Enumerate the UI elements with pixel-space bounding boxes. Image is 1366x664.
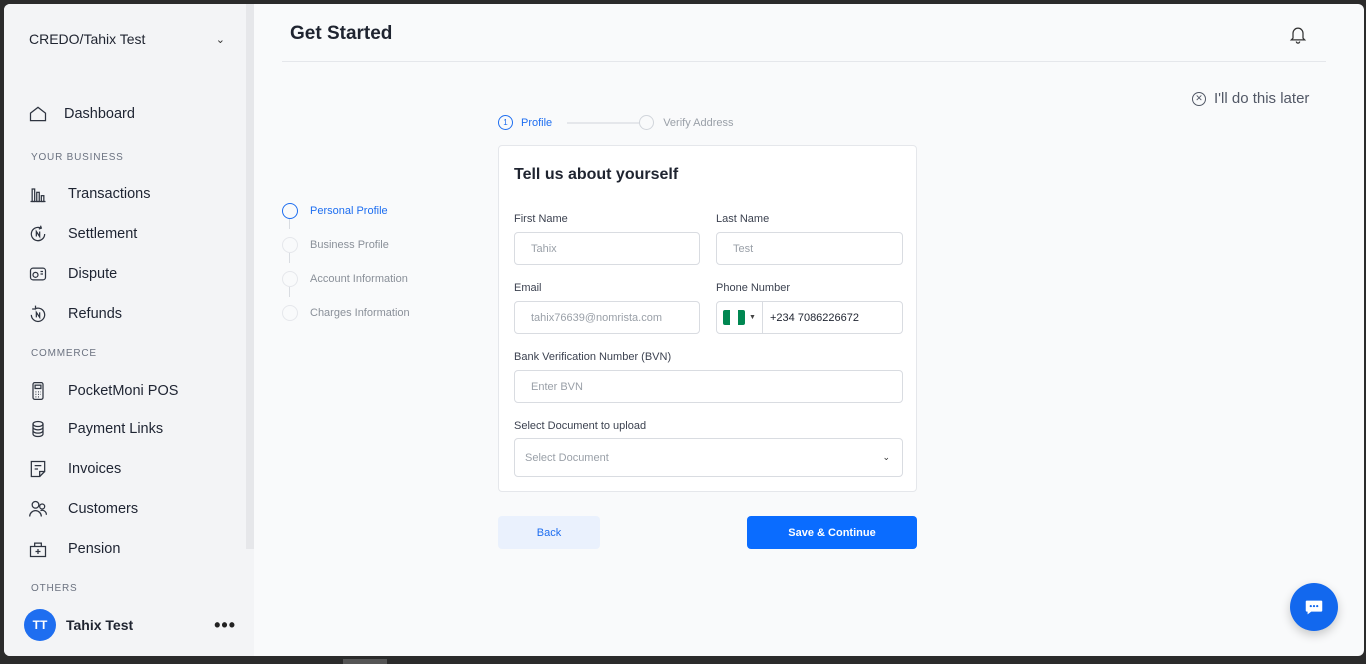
taskbar-strip — [0, 656, 1366, 664]
pos-terminal-icon — [32, 382, 44, 400]
pension-icon — [29, 542, 47, 558]
user-menu[interactable]: TT Tahix Test ••• — [24, 609, 236, 641]
skip-for-later-button[interactable]: ✕ I'll do this later — [1192, 90, 1309, 107]
sidebar-item-payment-links[interactable]: Payment Links — [28, 417, 163, 441]
page-title: Get Started — [290, 23, 393, 44]
form-title: Tell us about yourself — [514, 166, 679, 183]
bar-chart-icon — [30, 188, 46, 203]
chevron-down-icon: ⌄ — [215, 33, 225, 46]
user-name: Tahix Test — [66, 617, 134, 633]
progress-indicator — [282, 237, 298, 253]
progress-indicator — [282, 305, 298, 321]
bell-icon[interactable] — [1288, 24, 1308, 44]
country-code-selector[interactable]: ▼ — [717, 302, 763, 333]
sidebar-item-label: Pension — [68, 541, 121, 557]
first-name-label: First Name — [514, 213, 568, 225]
sidebar-item-settlement[interactable]: Settlement — [28, 222, 137, 246]
step-connector — [567, 121, 640, 124]
progress-label: Business Profile — [310, 239, 389, 251]
close-circle-icon: ✕ — [1192, 91, 1206, 106]
back-button[interactable]: Back — [498, 516, 600, 549]
progress-charges-information[interactable]: Charges Information — [282, 296, 410, 330]
skip-label: I'll do this later — [1214, 90, 1310, 107]
document-select[interactable]: Select Document ⌄ — [514, 438, 903, 477]
settlement-icon — [30, 225, 46, 242]
document-select-value: Select Document — [525, 451, 609, 464]
email-field[interactable]: tahix76639@nomrista.com — [514, 301, 700, 334]
sidebar-item-pocketmoni-pos[interactable]: PocketMoni POS — [28, 379, 178, 403]
section-your-business: YOUR BUSINESS — [31, 152, 124, 163]
step-verify-indicator — [639, 115, 655, 130]
last-name-field[interactable]: Test — [716, 232, 903, 265]
more-options-icon[interactable]: ••• — [214, 615, 236, 636]
caret-down-icon: ▼ — [749, 314, 756, 321]
sidebar-item-label: Refunds — [68, 306, 123, 322]
users-icon — [29, 500, 47, 517]
bvn-label: Bank Verification Number (BVN) — [514, 351, 672, 363]
bvn-input[interactable]: Enter BVN — [514, 370, 903, 403]
sidebar-scrollbar[interactable] — [246, 4, 254, 549]
profile-form-card: Tell us about yourself First Name Tahix … — [498, 145, 917, 492]
first-name-field[interactable]: Tahix — [514, 232, 700, 265]
step-profile-indicator: 1 — [498, 115, 513, 130]
sidebar-item-refunds[interactable]: Refunds — [28, 302, 122, 326]
home-icon — [29, 106, 47, 122]
sidebar-item-label: Settlement — [68, 226, 138, 242]
progress-label: Personal Profile — [310, 205, 388, 217]
last-name-label: Last Name — [716, 213, 770, 225]
sidebar-item-customers[interactable]: Customers — [28, 497, 138, 521]
onboarding-progress: Personal Profile Business Profile Accoun… — [282, 194, 410, 330]
org-name: CREDO/Tahix Test — [29, 31, 146, 47]
taskbar-indicator — [343, 659, 387, 664]
org-switcher[interactable]: CREDO/Tahix Test ⌄ — [29, 28, 229, 50]
progress-account-information[interactable]: Account Information — [282, 262, 410, 296]
chevron-down-icon: ⌄ — [882, 452, 890, 462]
sidebar-item-pension[interactable]: Pension — [28, 537, 120, 561]
progress-label: Account Information — [310, 273, 408, 285]
sidebar-item-label: Payment Links — [68, 421, 164, 437]
chat-support-button[interactable] — [1290, 583, 1338, 631]
progress-label: Charges Information — [310, 307, 410, 319]
sidebar: CREDO/Tahix Test ⌄ Dashboard YOUR BUSINE… — [4, 4, 254, 656]
dispute-icon — [29, 267, 47, 281]
top-stepper: 1 Profile Verify Address — [498, 115, 734, 130]
header-divider — [282, 61, 1326, 62]
document-label: Select Document to upload — [514, 420, 647, 432]
email-label: Email — [514, 282, 542, 294]
sidebar-item-label: Invoices — [68, 461, 122, 477]
sidebar-item-transactions[interactable]: Transactions — [28, 182, 150, 206]
sidebar-item-label: Dashboard — [64, 106, 135, 122]
refund-icon — [30, 305, 46, 323]
sidebar-item-label: Transactions — [68, 186, 151, 202]
phone-field: ▼ +234 7086226672 — [716, 301, 903, 334]
sidebar-item-label: PocketMoni POS — [68, 383, 179, 399]
sidebar-item-dispute[interactable]: Dispute — [28, 262, 117, 286]
step-profile[interactable]: Profile — [521, 117, 552, 129]
nigeria-flag-icon — [723, 310, 746, 325]
sidebar-item-label: Dispute — [68, 266, 118, 282]
save-continue-button[interactable]: Save & Continue — [747, 516, 917, 549]
phone-label: Phone Number — [716, 282, 790, 294]
progress-business-profile[interactable]: Business Profile — [282, 228, 410, 262]
avatar: TT — [24, 609, 56, 641]
coins-icon — [32, 420, 44, 438]
section-others: OTHERS — [31, 583, 78, 594]
invoice-icon — [30, 460, 46, 478]
sidebar-item-invoices[interactable]: Invoices — [28, 457, 121, 481]
app-window: CREDO/Tahix Test ⌄ Dashboard YOUR BUSINE… — [4, 4, 1364, 656]
progress-indicator — [282, 203, 298, 219]
progress-personal-profile[interactable]: Personal Profile — [282, 194, 410, 228]
phone-number-input[interactable]: +234 7086226672 — [763, 302, 859, 333]
sidebar-item-label: Customers — [68, 501, 139, 517]
progress-indicator — [282, 271, 298, 287]
sidebar-item-dashboard[interactable]: Dashboard — [28, 102, 135, 126]
step-verify-address[interactable]: Verify Address — [663, 117, 733, 129]
chat-bubble-icon — [1305, 600, 1323, 615]
section-commerce: COMMERCE — [31, 348, 97, 359]
